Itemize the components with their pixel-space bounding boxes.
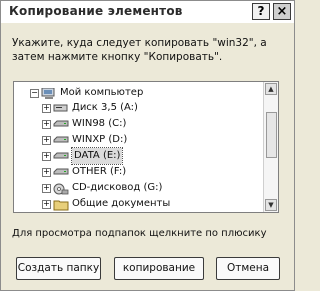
new-folder-button[interactable]: Создать папку: [16, 257, 101, 280]
tree-item-label: Диск 3,5 (A:): [72, 102, 138, 113]
vertical-scrollbar[interactable]: ▲ ▼: [263, 82, 278, 212]
collapse-icon[interactable]: −: [30, 89, 39, 98]
tree-item-label: CD-дисковод (G:): [72, 182, 163, 193]
expand-icon[interactable]: +: [42, 168, 51, 177]
tree-item-label: Мой компьютер: [60, 87, 144, 98]
expand-icon[interactable]: +: [42, 104, 51, 113]
floppy-drive-icon: [53, 103, 69, 113]
hard-drive-icon: [53, 151, 69, 161]
hard-drive-icon: [53, 119, 69, 129]
expand-icon[interactable]: +: [42, 136, 51, 145]
scroll-up-icon[interactable]: ▲: [265, 83, 277, 95]
expand-icon[interactable]: +: [42, 152, 51, 161]
scroll-thumb[interactable]: [266, 112, 277, 158]
tree-item-label: WIN98 (C:): [72, 118, 127, 129]
folder-icon: [53, 199, 69, 211]
expand-icon[interactable]: +: [42, 200, 51, 209]
copy-button[interactable]: копирование: [114, 257, 204, 280]
tree-item-label: OTHER (F:): [72, 166, 127, 177]
copy-items-dialog: Копирование элементов ? × Укажите, куда …: [0, 0, 295, 291]
hard-drive-icon: [53, 135, 69, 145]
expand-icon[interactable]: +: [42, 184, 51, 193]
cancel-button[interactable]: Отмена: [216, 257, 280, 280]
expand-icon[interactable]: +: [42, 120, 51, 129]
folder-tree[interactable]: − Мой компьютер + Диск 3,5 (A:) + WIN98 …: [13, 81, 279, 213]
dialog-title: Копирование элементов: [9, 4, 183, 18]
instruction-text: Укажите, куда следует копировать "win32"…: [12, 37, 267, 63]
close-button[interactable]: ×: [273, 3, 291, 20]
tree-item-label: Общие документы: [72, 198, 171, 209]
tree-item-label: WINXP (D:): [72, 134, 128, 145]
computer-icon: [41, 87, 57, 99]
tree-item-label: DATA (E:): [70, 147, 124, 165]
title-bar[interactable]: Копирование элементов ? ×: [1, 1, 294, 23]
hard-drive-icon: [53, 167, 69, 177]
scroll-down-icon[interactable]: ▼: [265, 199, 277, 211]
hint-text: Для просмотра подпапок щелкните по плюси…: [12, 228, 267, 239]
cd-drive-icon: [53, 183, 69, 195]
help-button[interactable]: ?: [252, 3, 270, 20]
